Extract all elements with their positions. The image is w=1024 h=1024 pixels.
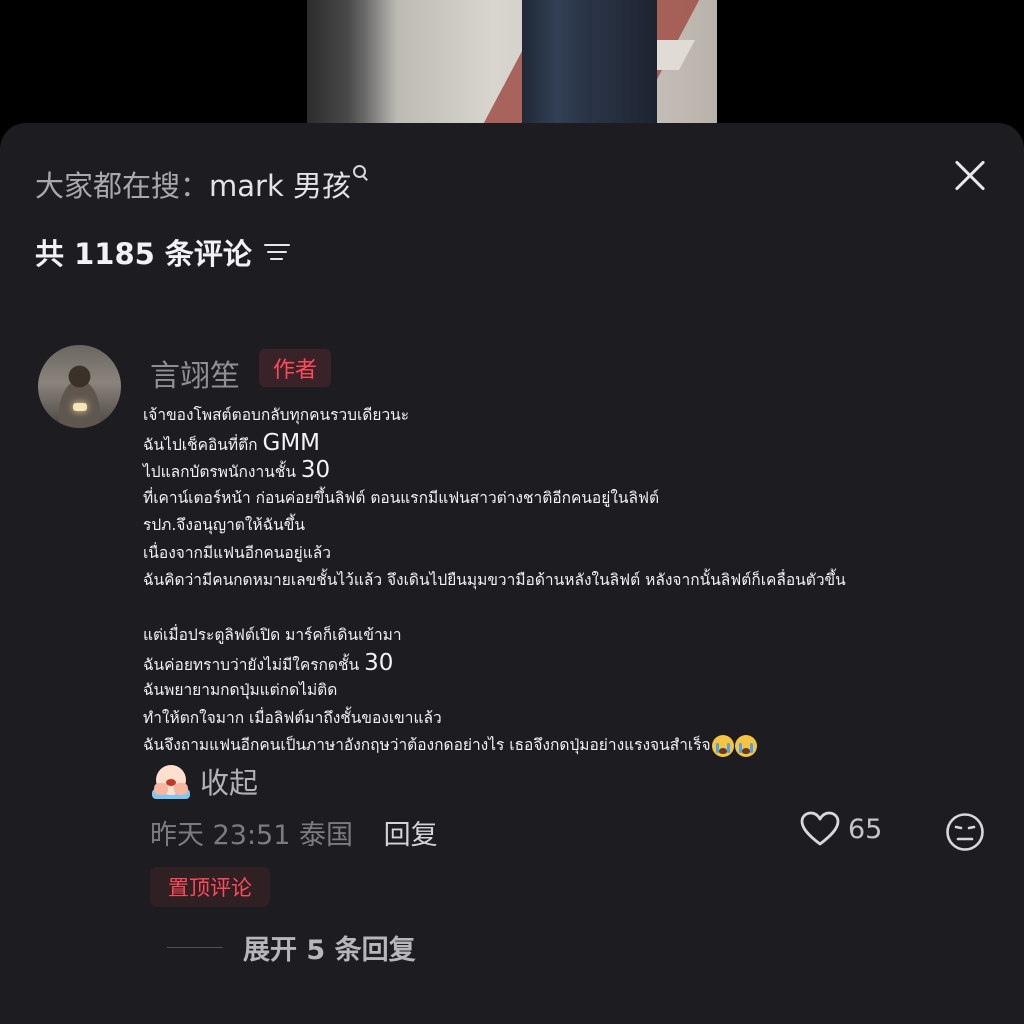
comment-count: 共 1185 条评论	[35, 237, 252, 271]
comment-line: ฉันคิดว่ามีคนกดหมายเลขชั้นไว้แล้ว จึงเดิ…	[143, 571, 846, 589]
reply-button[interactable]: 回复	[384, 820, 438, 851]
expand-replies-label: 展开 5 条回复	[243, 935, 416, 966]
video-thumbnail[interactable]	[307, 0, 717, 124]
comments-sheet: 大家都在搜：mark 男孩 共 1185 条评论 言翊笙 作者 เจ้าของโ…	[0, 123, 1024, 1024]
search-suggestion-prefix: 大家都在搜：	[35, 169, 210, 203]
video-preview[interactable]	[0, 0, 1024, 124]
comment-line: ฉันพยายามกดปุ่มแต่กดไม่ติด	[143, 681, 338, 699]
video-person-leg	[592, 0, 657, 124]
like-button[interactable]: 65	[800, 811, 882, 847]
search-icon	[352, 165, 369, 181]
comment-line: ไปแลกบัตรพนักงานชั้น 30	[143, 457, 331, 483]
comment-line: ฉันจึงถามแฟนอีกคนเป็นภาษาอังกฤษว่าต้องกด…	[143, 732, 1003, 760]
comment-username[interactable]: 言翊笙	[150, 351, 240, 395]
pinned-comment-badge: 置顶评论	[150, 867, 270, 907]
video-person-leg	[522, 0, 592, 124]
comment-line: แต่เมื่อประตูลิฟต์เปิด มาร์คก็เดินเข้ามา	[143, 626, 402, 644]
comment-count-header: 共 1185 条评论	[35, 231, 290, 273]
comment-line: เนื่องจากมีแฟนอีกคนอยู่แล้ว	[143, 543, 331, 562]
comment-text: เจ้าของโพสต์ตอบกลับทุกคนรวบเดียวนะ ฉันไป…	[143, 402, 1003, 760]
search-suggestion-term[interactable]: mark 男孩	[209, 169, 351, 203]
comment-meta: 昨天 23:51 泰国 回复	[150, 813, 438, 852]
author-badge: 作者	[259, 349, 331, 387]
like-count: 65	[848, 813, 883, 845]
search-suggestion[interactable]: 大家都在搜：mark 男孩	[35, 163, 369, 205]
comment-line: รปภ.จึงอนุญาตให้ฉันขึ้น	[143, 516, 305, 534]
avatar[interactable]	[38, 345, 121, 428]
collapse-label: 收起	[200, 766, 259, 800]
expand-divider	[167, 947, 223, 948]
meh-face-icon	[946, 813, 984, 851]
comment-line: ทำให้ตกใจมาก เมื่อลิฟต์มาถึงชั้นของเขาแล…	[143, 708, 442, 727]
comment-time: 昨天 23:51	[150, 820, 291, 851]
crying-sticker-icon	[150, 763, 192, 799]
comment-line: ฉันไปเช็คอินที่ตึก GMM	[143, 429, 321, 456]
heart-icon	[800, 811, 840, 846]
crying-emoji-icon	[734, 734, 757, 757]
video-door	[307, 0, 365, 124]
comment-line: ฉันค่อยทราบว่ายังไม่มีใครกดชั้น 30	[143, 649, 394, 676]
comment-line: เจ้าของโพสต์ตอบกลับทุกคนรวบเดียวนะ	[143, 406, 410, 424]
comment-line: ที่เคาน์เตอร์หน้า ก่อนค่อยขึ้นลิฟต์ ตอนแ…	[143, 488, 660, 507]
sort-icon[interactable]	[263, 242, 290, 262]
collapse-button[interactable]: 收起	[150, 760, 258, 802]
dislike-button[interactable]	[945, 812, 985, 852]
comment-location: 泰国	[299, 820, 353, 851]
avatar-candle	[73, 403, 87, 411]
comment-blank-line	[143, 595, 1003, 623]
crying-emoji-icon	[711, 734, 734, 757]
expand-replies-button[interactable]: 展开 5 条回复	[167, 928, 416, 967]
close-icon[interactable]	[952, 158, 988, 194]
